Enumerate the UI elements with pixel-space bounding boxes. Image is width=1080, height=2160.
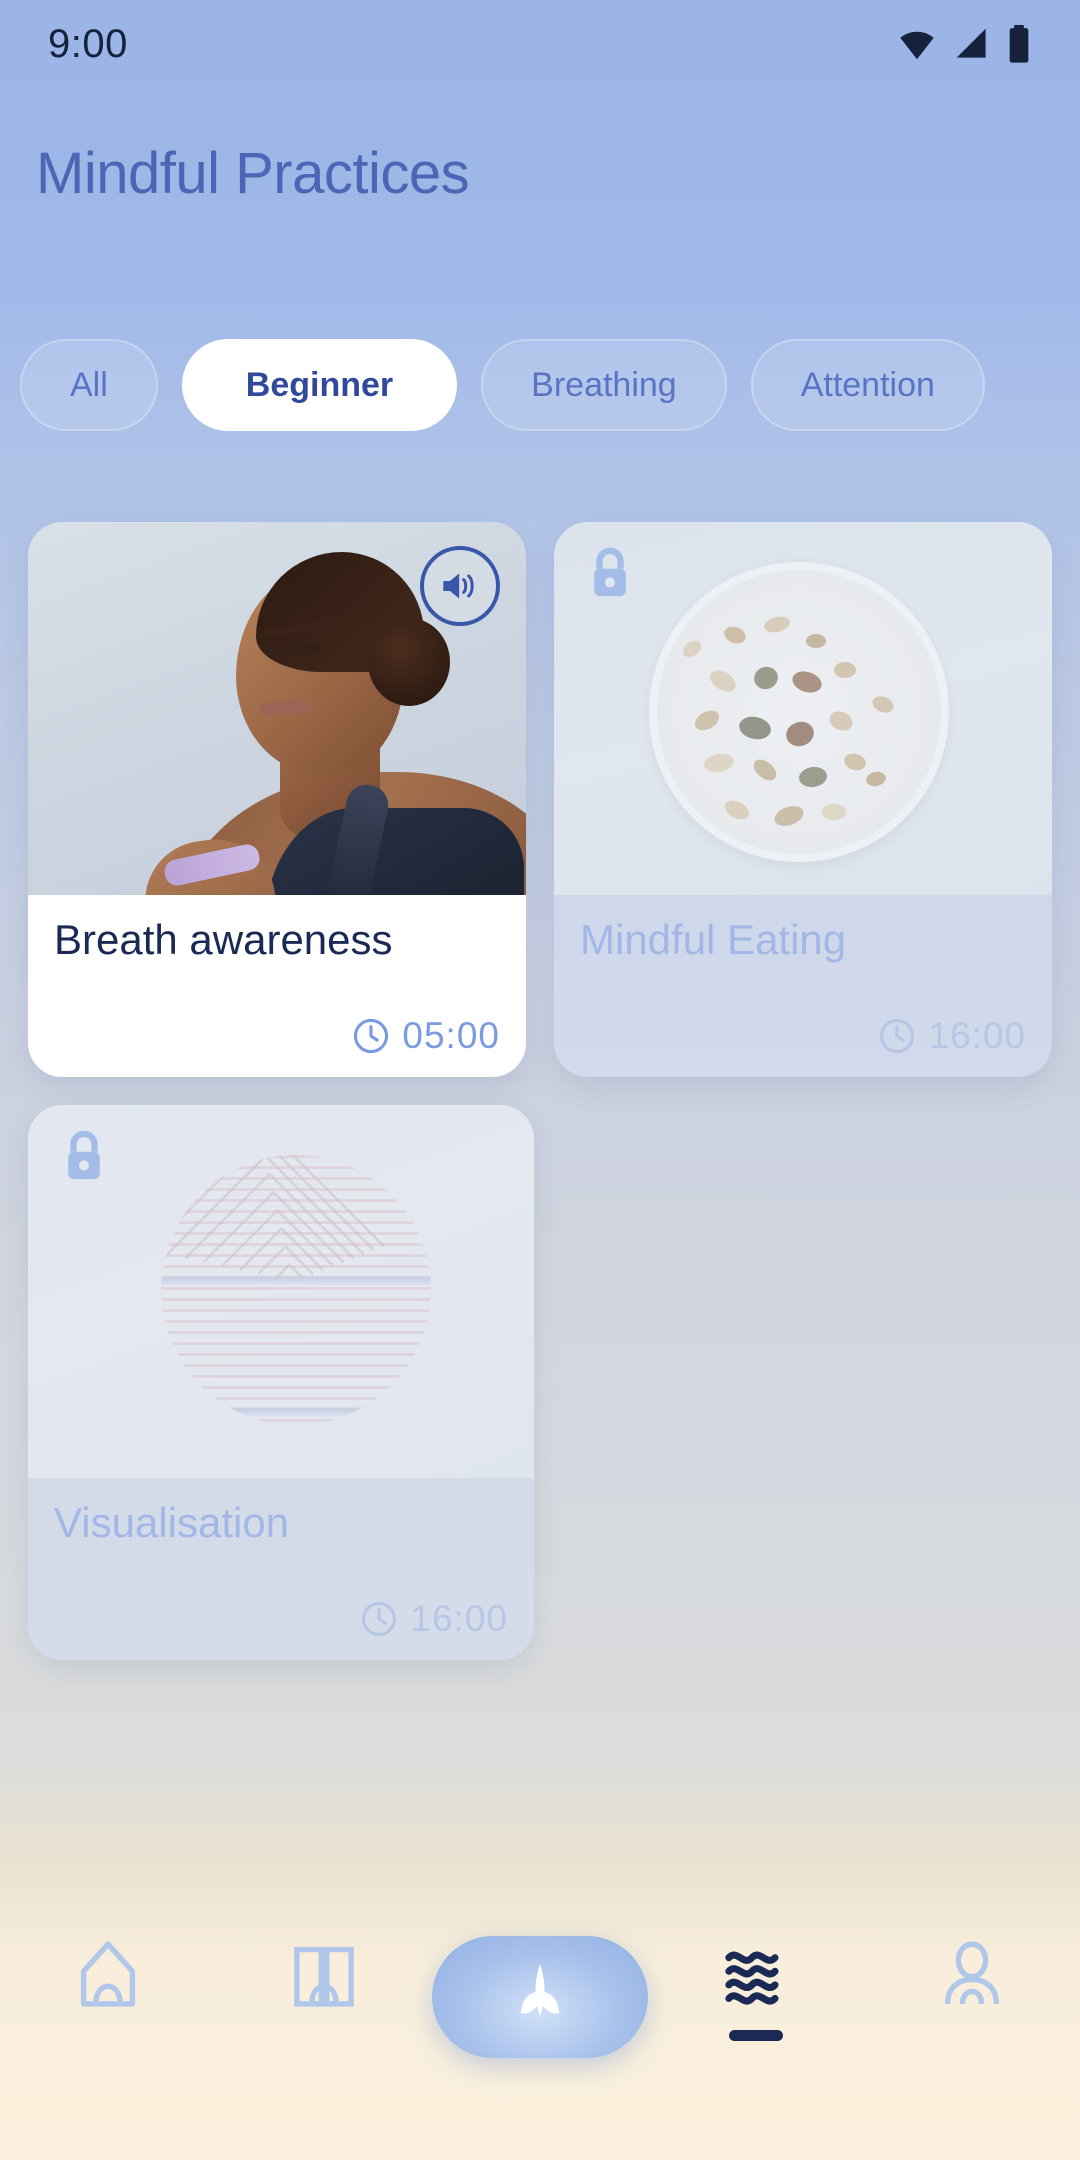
practice-row: Breath awareness 05:00 Mindful Eating 16…	[0, 522, 1080, 1077]
waves-icon	[725, 1951, 779, 2005]
person-icon	[944, 1941, 1000, 2005]
practice-card-grid: Breath awareness 05:00 Mindful Eating 16…	[0, 522, 1080, 1688]
nav-item-sounds[interactable]	[648, 1936, 864, 2096]
practice-card-duration: 16:00	[54, 1598, 508, 1640]
filter-chip-row[interactable]: All Beginner Breathing Attention	[0, 330, 1080, 440]
concentric-chevrons	[161, 1155, 431, 1425]
practice-card-title: Breath awareness	[54, 916, 393, 963]
bottom-navigation-bar	[0, 1910, 1080, 2160]
practice-card-title: Mindful Eating	[580, 916, 847, 963]
filter-chip-all[interactable]: All	[20, 339, 158, 431]
lock-badge	[54, 1127, 114, 1187]
practice-card-mindful-eating[interactable]: Mindful Eating 16:00	[554, 522, 1052, 1077]
nav-active-indicator	[729, 2030, 783, 2041]
battery-icon	[1009, 25, 1029, 63]
lock-icon	[68, 1130, 100, 1180]
lock-badge	[580, 544, 640, 604]
nav-item-library[interactable]	[216, 1936, 432, 2096]
volume-icon	[443, 573, 474, 599]
practice-card-title: Visualisation	[54, 1499, 290, 1546]
practice-card-breath-awareness[interactable]: Breath awareness 05:00	[28, 522, 526, 1077]
practice-card-duration: 16:00	[580, 1015, 1026, 1057]
practice-card-footer: Visualisation 16:00	[28, 1478, 534, 1660]
practice-card-media	[28, 522, 526, 895]
wifi-icon	[900, 31, 934, 60]
practice-card-visualisation[interactable]: Visualisation 16:00	[28, 1105, 534, 1660]
practice-card-duration-text: 05:00	[402, 1015, 500, 1056]
status-bar: 9:00	[0, 0, 1080, 88]
status-time: 9:00	[48, 21, 128, 66]
practice-card-footer: Mindful Eating 16:00	[554, 895, 1052, 1077]
book-icon	[294, 1946, 354, 2007]
app-screen: 9:00 Mindful Practices All Beginner Brea…	[0, 0, 1080, 2160]
lock-icon	[594, 547, 626, 597]
practice-row: Visualisation 16:00	[0, 1105, 1080, 1660]
page-title: Mindful Practices	[36, 141, 470, 206]
practice-card-media	[28, 1105, 534, 1478]
cellular-signal-icon	[956, 28, 986, 58]
status-icons-group	[896, 25, 1032, 63]
clock-icon	[354, 1018, 389, 1054]
practice-card-media	[554, 522, 1052, 895]
filter-chip-attention[interactable]: Attention	[750, 339, 985, 431]
clock-icon	[880, 1018, 915, 1054]
filter-chip-beginner[interactable]: Beginner	[181, 339, 458, 431]
home-icon	[80, 1941, 136, 2007]
nav-item-meditate[interactable]	[432, 1936, 648, 2096]
practice-card-duration: 05:00	[54, 1015, 500, 1057]
sprout-icon	[520, 1964, 560, 2017]
nav-item-profile[interactable]	[864, 1936, 1080, 2096]
practice-card-duration-text: 16:00	[410, 1598, 508, 1639]
practice-card-duration-text: 16:00	[928, 1015, 1026, 1056]
practice-card-footer: Breath awareness 05:00	[28, 895, 526, 1077]
clock-icon	[362, 1601, 397, 1637]
nav-item-home[interactable]	[0, 1936, 216, 2096]
filter-chip-breathing[interactable]: Breathing	[481, 339, 727, 431]
audio-badge[interactable]	[420, 546, 500, 626]
meditate-fab[interactable]	[432, 1936, 648, 2058]
